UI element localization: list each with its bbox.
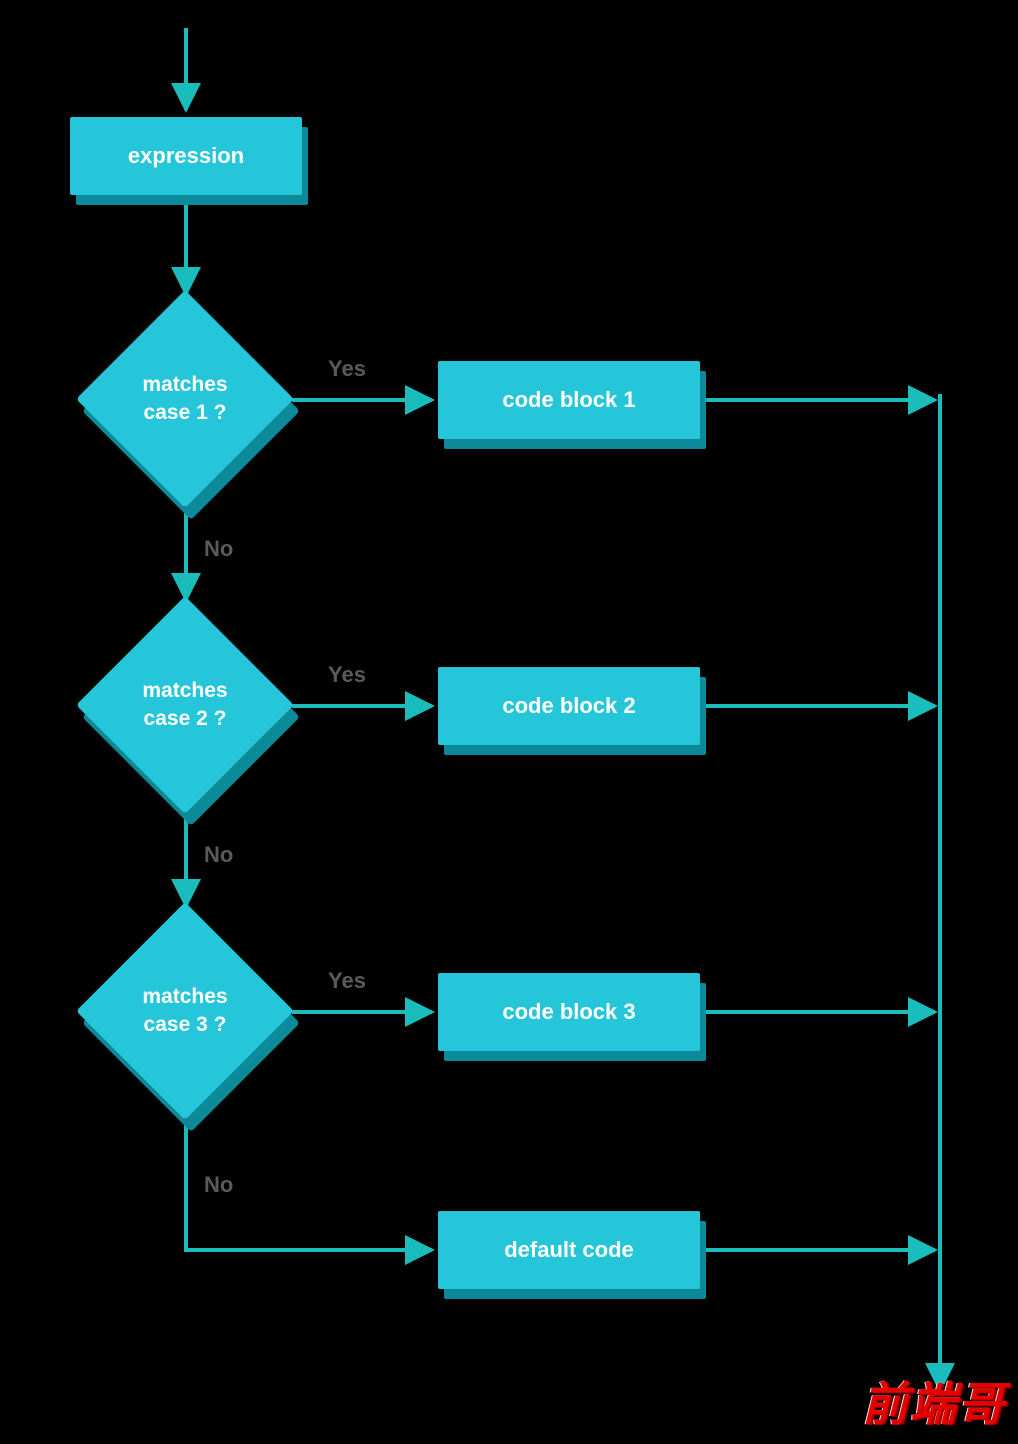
code-block-1-label: code block 1 (502, 387, 635, 413)
code-block-3: code block 3 (438, 973, 700, 1051)
decision-1-label: matches case 1 ? (80, 294, 290, 504)
decision-3-label: matches case 3 ? (80, 906, 290, 1116)
expression-label: expression (128, 143, 244, 169)
decision-2-no-label: No (204, 842, 233, 868)
decision-2-yes-label: Yes (328, 662, 366, 688)
default-code-label: default code (504, 1237, 634, 1263)
decision-1-no-label: No (204, 536, 233, 562)
decision-1: matches case 1 ? (80, 294, 290, 504)
decision-2: matches case 2 ? (80, 600, 290, 810)
decision-3: matches case 3 ? (80, 906, 290, 1116)
decision-3-no-label: No (204, 1172, 233, 1198)
expression-node: expression (70, 117, 302, 195)
code-block-2: code block 2 (438, 667, 700, 745)
watermark-text: 前端哥 (862, 1368, 1006, 1434)
code-block-2-label: code block 2 (502, 693, 635, 719)
decision-1-yes-label: Yes (328, 356, 366, 382)
decision-3-yes-label: Yes (328, 968, 366, 994)
code-block-3-label: code block 3 (502, 999, 635, 1025)
code-block-1: code block 1 (438, 361, 700, 439)
default-code-block: default code (438, 1211, 700, 1289)
decision-2-label: matches case 2 ? (80, 600, 290, 810)
